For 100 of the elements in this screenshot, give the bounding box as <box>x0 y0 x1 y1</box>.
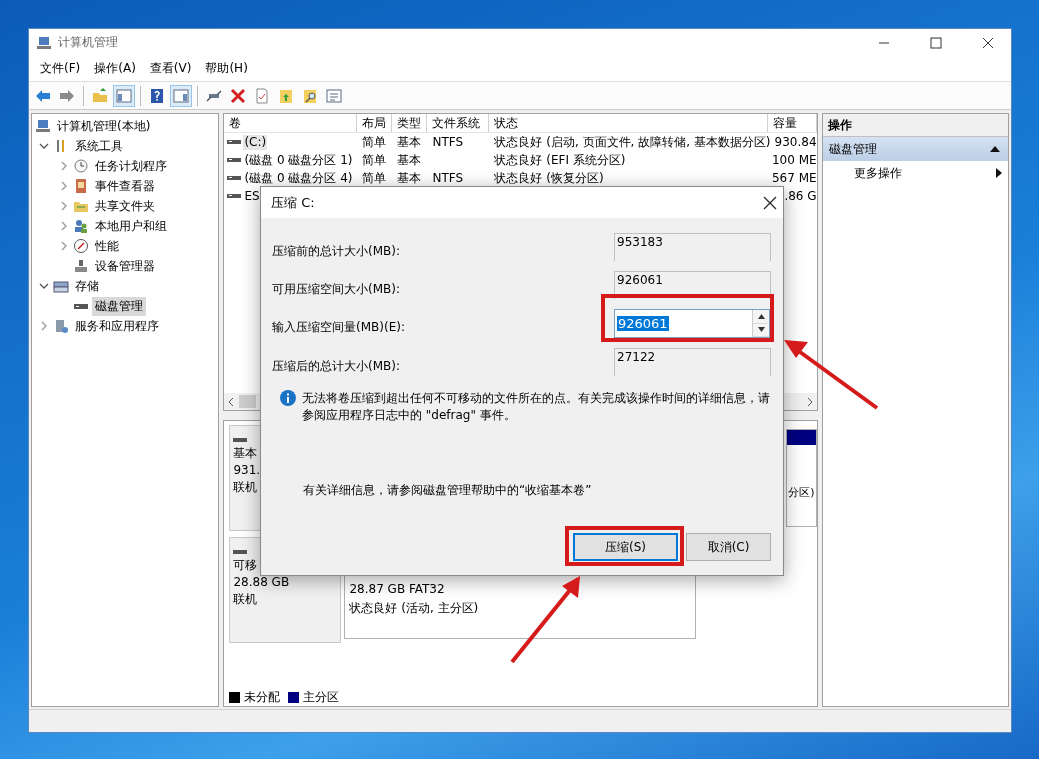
column-header[interactable]: 类型 <box>392 114 428 132</box>
menu-item[interactable]: 操作(A) <box>87 58 143 79</box>
section-label: 磁盘管理 <box>828 140 877 158</box>
partition-header-bar <box>787 430 816 445</box>
table-cell-text: 状态良好 (启动, 页面文件, 故障转储, 基本数据分区) <box>493 134 769 150</box>
table-cell: 100 ME <box>771 152 817 168</box>
app-icon <box>36 34 52 51</box>
info-message: 无法将卷压缩到超出任何不可移动的文件所在的点。有关完成该操作时间的详细信息，请参阅应用程序日志中的 "defrag" 事件。 <box>301 390 771 424</box>
table-cell: .86 G <box>784 188 817 204</box>
disk-info: 931. <box>233 463 261 478</box>
table-cell: 567 ME <box>771 170 817 186</box>
help-icon <box>148 86 166 105</box>
spin-up-icon[interactable] <box>757 313 765 319</box>
disk-info: 28.88 GB <box>233 575 290 590</box>
tree-item[interactable]: 事件查看器 <box>92 176 158 196</box>
table-cell[interactable]: ES <box>243 188 261 204</box>
clock-icon <box>73 158 89 174</box>
volume-icon <box>227 156 242 164</box>
tree-item[interactable]: 本地用户和组 <box>92 216 170 236</box>
spin-down-icon[interactable] <box>757 327 765 333</box>
amount-field[interactable]: 926061 <box>614 309 770 338</box>
menu-item[interactable]: 帮助(H) <box>198 58 255 79</box>
table-cell-text: NTFS <box>431 134 465 150</box>
field-label: 压缩后的总计大小(MB): <box>272 357 401 375</box>
action-pane-icon <box>172 86 190 105</box>
table-cell-text: 状态良好 (恢复分区) <box>493 170 605 186</box>
field-label: 压缩前的总计大小(MB): <box>272 242 401 260</box>
partition-info: 状态良好 (活动, 主分区) <box>349 600 479 616</box>
legend-label: 主分区 <box>303 688 340 706</box>
actions-section[interactable]: 磁盘管理 <box>822 137 1008 161</box>
folder-up-icon <box>91 86 109 105</box>
help-message: 有关详细信息，请参阅磁盘管理帮助中的“收缩基本卷” <box>303 482 593 499</box>
partition-block[interactable]: 分区) <box>786 429 817 527</box>
table-cell-text: NTFS <box>431 170 465 186</box>
table-cell[interactable]: (C:) <box>243 134 268 150</box>
tree-pane-icon <box>115 86 133 105</box>
scrollbar-thumb[interactable] <box>239 395 257 408</box>
info-icon <box>280 390 296 406</box>
table-cell[interactable]: (磁盘 0 磁盘分区 4) <box>243 170 354 186</box>
table-cell-text: 基本 <box>396 134 423 150</box>
submenu-arrow-icon <box>996 168 1002 178</box>
tree-item[interactable]: 任务计划程序 <box>92 156 170 176</box>
properties-icon <box>253 86 271 105</box>
tree-item[interactable]: 磁盘管理 <box>92 296 146 316</box>
close-icon[interactable] <box>763 195 777 210</box>
list-icon <box>325 86 343 105</box>
window-title: 计算机管理 <box>58 34 119 51</box>
tree-item[interactable]: 服务和应用程序 <box>72 316 162 336</box>
computer-icon <box>35 118 51 134</box>
tree-item[interactable]: 性能 <box>92 236 122 256</box>
scroll-right-icon[interactable] <box>805 396 814 407</box>
table-cell-text: 简单 <box>361 134 388 150</box>
table-cell-text: 状态良好 (EFI 系统分区) <box>493 152 627 168</box>
tree-item[interactable]: 计算机管理(本地) <box>54 116 154 136</box>
table-cell: 930.84 <box>774 134 817 150</box>
readonly-field: 953183 <box>614 233 771 261</box>
services-icon <box>53 318 69 334</box>
table-cell-text: 基本 <box>396 170 423 186</box>
volume-icon <box>227 174 242 182</box>
column-header[interactable]: 布局 <box>357 114 393 132</box>
book-icon <box>73 178 89 194</box>
gauge-icon <box>73 238 89 254</box>
toolbar-button[interactable] <box>113 84 135 107</box>
tree-item[interactable]: 共享文件夹 <box>92 196 158 216</box>
column-header[interactable]: 文件系统 <box>427 114 490 132</box>
disk-info: 联机 <box>233 480 258 495</box>
disk-info: 基本 <box>233 446 258 461</box>
table-cell-text: 基本 <box>396 152 423 168</box>
tree-item[interactable]: 系统工具 <box>72 136 126 156</box>
dialog-button[interactable]: 压缩(S) <box>573 533 678 561</box>
partition-info: 分区) <box>788 485 815 501</box>
device-icon <box>73 258 89 274</box>
disk-info: 可移 <box>233 558 258 573</box>
action-item[interactable]: 更多操作 <box>822 161 1008 185</box>
users-icon <box>73 218 89 234</box>
menu-item[interactable]: 查看(V) <box>142 58 199 79</box>
field-label: 可用压缩空间大小(MB): <box>272 280 401 298</box>
actions-title: 操作 <box>822 114 1008 137</box>
field-label: 输入压缩空间量(MB)(E): <box>272 318 406 336</box>
scroll-left-icon[interactable] <box>227 396 236 407</box>
toolbar-button[interactable] <box>170 84 192 107</box>
partition-info: 28.87 GB FAT32 <box>349 581 445 597</box>
volume-icon <box>227 138 242 146</box>
dialog-button[interactable]: 取消(C) <box>686 533 771 561</box>
tree-item[interactable]: 存储 <box>72 276 102 296</box>
column-header[interactable]: 容量 <box>768 114 817 132</box>
column-header[interactable]: 状态 <box>489 114 769 132</box>
readonly-field: 926061 <box>614 271 771 299</box>
table-cell[interactable]: (磁盘 0 磁盘分区 1) <box>243 152 354 168</box>
column-header[interactable]: 卷 <box>224 114 358 132</box>
delete-icon <box>229 86 247 105</box>
storage-icon <box>53 278 69 294</box>
disk-info: 联机 <box>233 592 258 607</box>
table-cell-text: 简单 <box>361 170 388 186</box>
menu-item[interactable]: 文件(F) <box>33 58 88 79</box>
tree-item[interactable]: 设备管理器 <box>92 256 158 276</box>
legend-label: 未分配 <box>244 688 281 706</box>
collapse-icon[interactable] <box>990 145 1000 153</box>
readonly-field: 27122 <box>614 348 771 376</box>
dialog-title: 压缩 C: <box>271 193 315 212</box>
